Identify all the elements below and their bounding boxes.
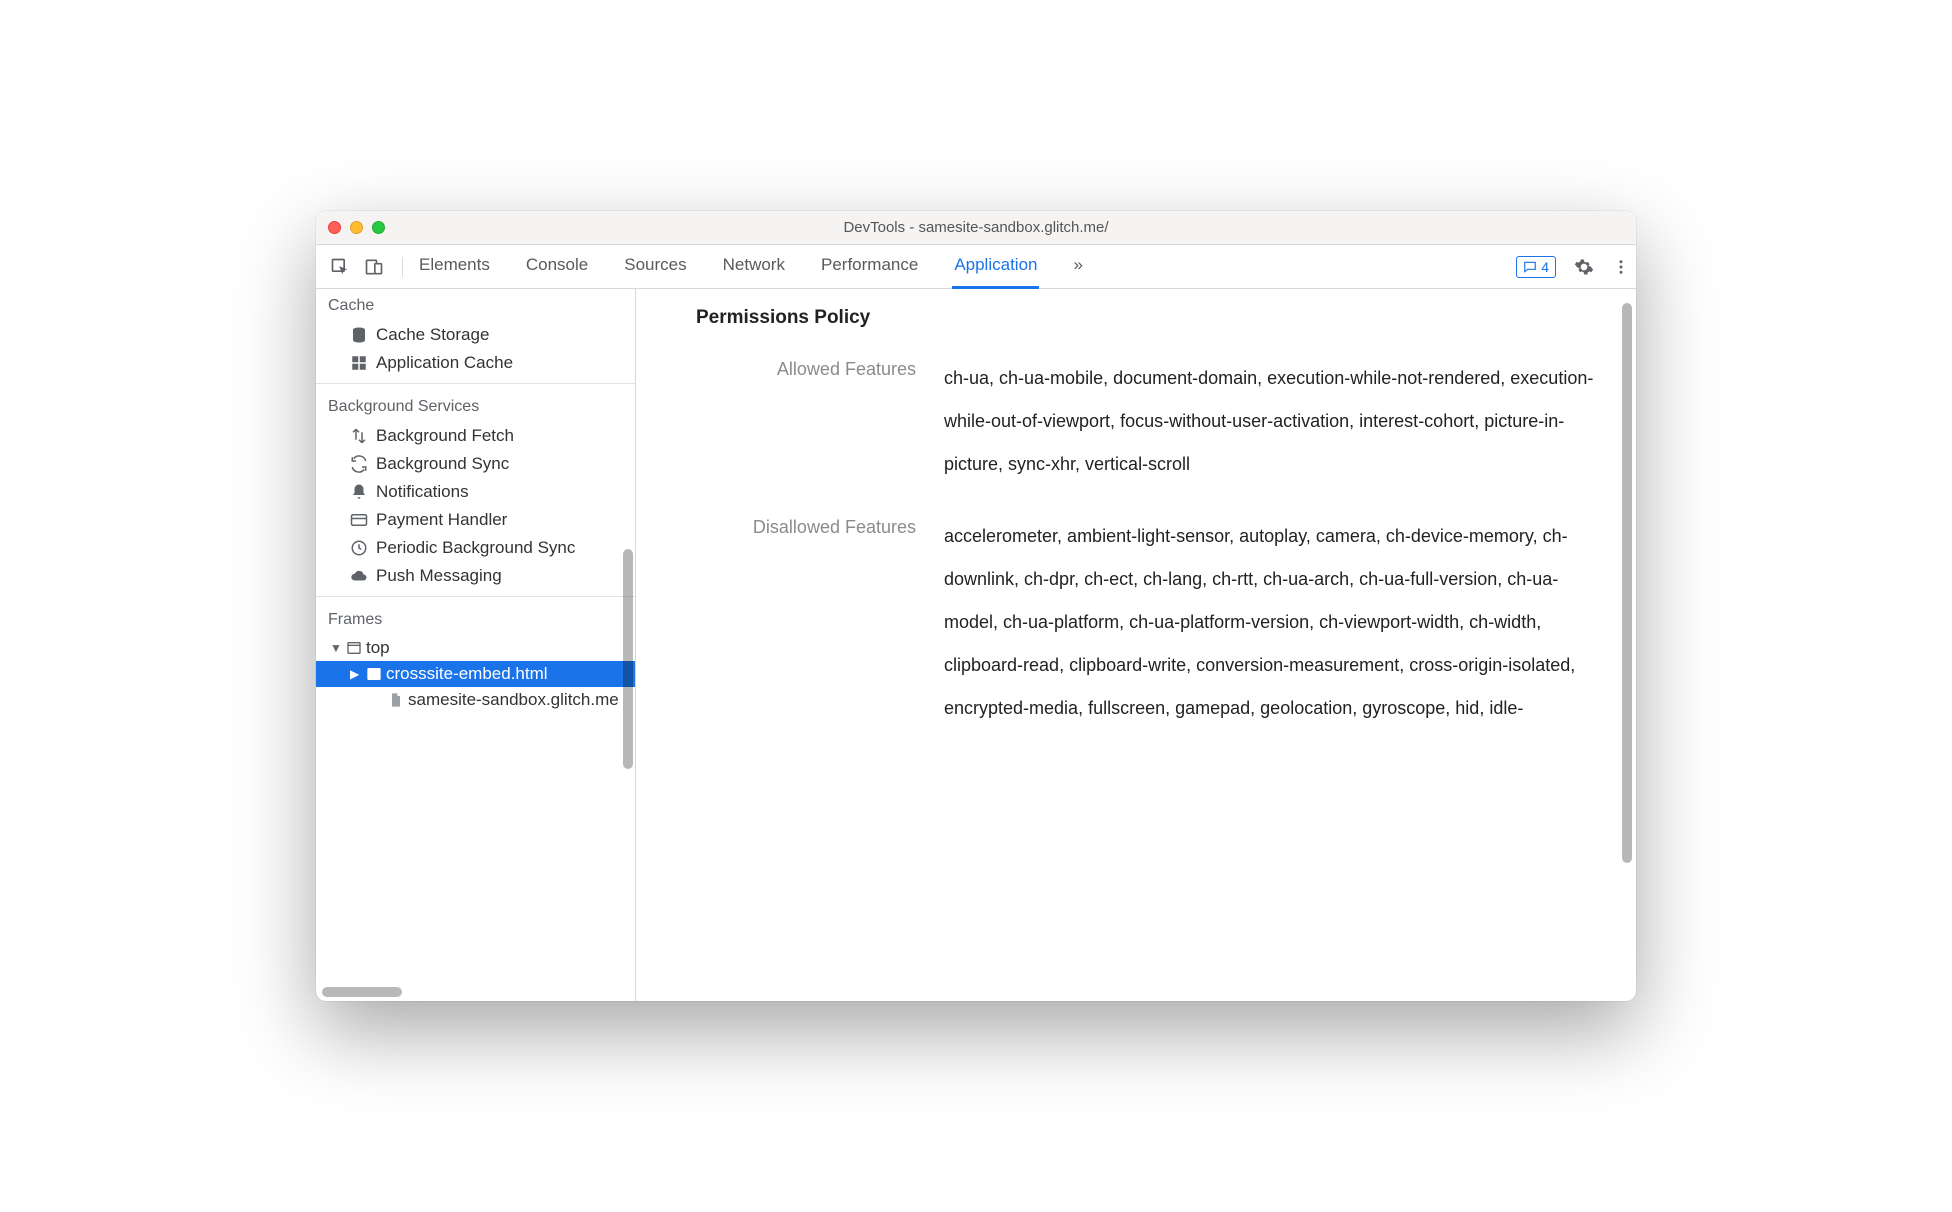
sidebar-item-periodic-bg-sync[interactable]: Periodic Background Sync [316,534,635,562]
sidebar-item-payment-handler[interactable]: Payment Handler [316,506,635,534]
titlebar: DevTools - samesite-sandbox.glitch.me/ [316,211,1636,245]
sidebar-item-application-cache[interactable]: Application Cache [316,349,635,377]
sidebar-item-label: Push Messaging [376,566,502,586]
sidebar-item-label: Payment Handler [376,510,507,530]
frame-label: samesite-sandbox.glitch.me [408,690,619,710]
allowed-features-value: ch-ua, ch-ua-mobile, document-domain, ex… [944,357,1608,487]
chevron-down-icon[interactable]: ▼ [330,641,342,655]
main-vertical-scrollbar[interactable] [1622,303,1632,863]
frame-label: crosssite-embed.html [386,664,548,684]
cloud-icon [350,567,368,585]
sidebar-item-background-fetch[interactable]: Background Fetch [316,422,635,450]
sidebar-item-label: Periodic Background Sync [376,538,575,558]
frame-document[interactable]: samesite-sandbox.glitch.me [316,687,635,713]
frame-icon [366,666,382,682]
allowed-features-row: Allowed Features ch-ua, ch-ua-mobile, do… [696,357,1608,487]
tabs-overflow-button[interactable]: » [1071,245,1084,289]
tab-performance[interactable]: Performance [819,245,920,289]
allowed-features-label: Allowed Features [696,357,916,380]
inspect-icon[interactable] [330,257,350,277]
kebab-menu-icon[interactable] [1612,258,1630,276]
devtools-window: DevTools - samesite-sandbox.glitch.me/ E… [316,211,1636,1001]
grid-icon [350,354,368,372]
settings-icon[interactable] [1574,257,1594,277]
tab-sources[interactable]: Sources [622,245,688,289]
sidebar-item-label: Cache Storage [376,325,489,345]
tab-application[interactable]: Application [952,245,1039,289]
messages-count: 4 [1541,259,1549,275]
devtools-toolbar: Elements Console Sources Network Perform… [316,245,1636,289]
tab-network[interactable]: Network [721,245,787,289]
sidebar-item-push-messaging[interactable]: Push Messaging [316,562,635,590]
frame-details-pane: Permissions Policy Allowed Features ch-u… [636,289,1636,1001]
chevron-right-icon[interactable]: ▶ [350,667,362,681]
database-icon [350,326,368,344]
bell-icon [350,483,368,501]
sidebar-item-background-sync[interactable]: Background Sync [316,450,635,478]
tab-console[interactable]: Console [524,245,590,289]
section-header-bgservices: Background Services [316,390,635,422]
divider [316,596,635,597]
permissions-policy-heading: Permissions Policy [696,307,1608,329]
disallowed-features-label: Disallowed Features [696,515,916,538]
sync-icon [350,455,368,473]
disallowed-features-value: accelerometer, ambient-light-sensor, aut… [944,515,1608,731]
window-title: DevTools - samesite-sandbox.glitch.me/ [316,219,1636,236]
sidebar-item-label: Background Fetch [376,426,514,446]
device-toggle-icon[interactable] [364,257,384,277]
section-header-frames: Frames [316,603,635,635]
messages-badge[interactable]: 4 [1516,256,1556,278]
sidebar-horizontal-scrollbar[interactable] [322,987,629,997]
file-icon [388,692,404,708]
frame-label: top [366,638,390,658]
card-icon [350,511,368,529]
panel-tabs: Elements Console Sources Network Perform… [417,245,1508,289]
sidebar-item-label: Application Cache [376,353,513,373]
tab-elements[interactable]: Elements [417,245,492,289]
window-icon [346,640,362,656]
section-header-cache: Cache [316,289,635,321]
divider [316,383,635,384]
frame-crosssite-embed[interactable]: ▶ crosssite-embed.html [316,661,635,687]
updown-icon [350,427,368,445]
sidebar-vertical-scrollbar[interactable] [623,549,633,769]
sidebar-item-label: Notifications [376,482,469,502]
frame-top[interactable]: ▼ top [316,635,635,661]
sidebar-item-cache-storage[interactable]: Cache Storage [316,321,635,349]
message-icon [1523,260,1537,274]
application-sidebar: Cache Cache Storage Application Cache Ba… [316,289,636,1001]
disallowed-features-row: Disallowed Features accelerometer, ambie… [696,515,1608,731]
sidebar-item-notifications[interactable]: Notifications [316,478,635,506]
clock-icon [350,539,368,557]
sidebar-item-label: Background Sync [376,454,509,474]
